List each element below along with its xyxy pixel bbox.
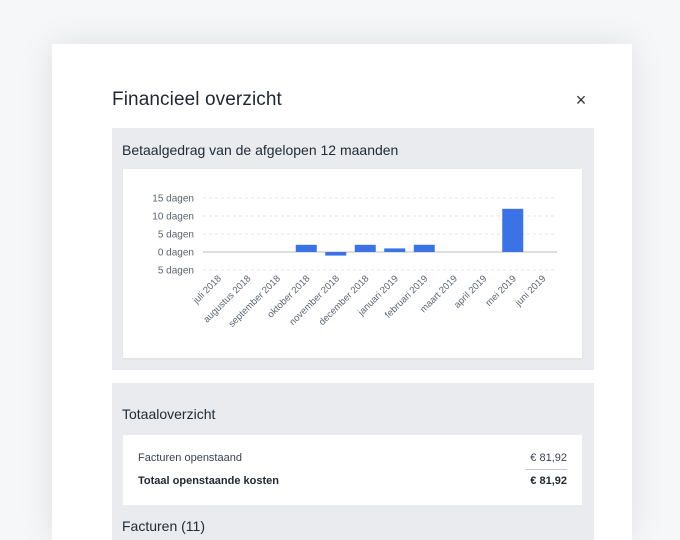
financial-overview-modal: Financieel overzicht × Betaalgedrag van … bbox=[52, 44, 632, 540]
bar[interactable] bbox=[325, 252, 347, 256]
y-tick-label: 15 dagen bbox=[152, 194, 194, 205]
close-icon[interactable]: × bbox=[572, 91, 590, 109]
invoices-heading[interactable]: Facturen (11) bbox=[122, 518, 205, 534]
sum-divider bbox=[525, 469, 567, 470]
x-tick-label: mei 2019 bbox=[483, 273, 518, 308]
bar[interactable] bbox=[295, 244, 317, 252]
total-overview-title: Totaaloverzicht bbox=[122, 406, 216, 422]
bar[interactable] bbox=[384, 248, 406, 252]
payment-behaviour-chart-card: 15 dagen 10 dagen 5 dagen 0 dagen 5 dagen jul… bbox=[123, 169, 582, 358]
y-tick-label: 5 dagen bbox=[158, 230, 194, 241]
bar[interactable] bbox=[413, 244, 435, 252]
y-tick-label: 5 dagen bbox=[158, 266, 194, 277]
total-outstanding-amount: € 81,92 bbox=[530, 475, 567, 487]
total-outstanding-row: Totaal openstaande kosten € 81,92 bbox=[138, 475, 567, 487]
payment-behaviour-chart: 15 dagen10 dagen5 dagen0 dagen5 dagenjul… bbox=[152, 194, 557, 330]
payment-behaviour-panel: Betaalgedrag van de afgelopen 12 maanden… bbox=[112, 128, 594, 370]
total-outstanding-label: Totaal openstaande kosten bbox=[138, 475, 279, 487]
y-tick-label: 0 dagen bbox=[158, 248, 194, 259]
total-overview-panel: Totaaloverzicht Facturen openstaand € 81… bbox=[112, 383, 594, 540]
open-invoices-label: Facturen openstaand bbox=[138, 452, 242, 464]
bar[interactable] bbox=[354, 244, 376, 252]
x-tick-label: september 2018 bbox=[227, 273, 283, 329]
payment-behaviour-title: Betaalgedrag van de afgelopen 12 maanden bbox=[122, 142, 399, 158]
modal-title: Financieel overzicht bbox=[112, 89, 282, 110]
bar[interactable] bbox=[502, 208, 524, 252]
x-tick-label: juni 2019 bbox=[513, 273, 549, 309]
y-tick-label: 10 dagen bbox=[152, 212, 194, 223]
total-overview-card: Facturen openstaand € 81,92 Totaal opens… bbox=[123, 435, 582, 505]
open-invoices-amount: € 81,92 bbox=[530, 452, 567, 464]
open-invoices-row: Facturen openstaand € 81,92 bbox=[138, 452, 567, 464]
